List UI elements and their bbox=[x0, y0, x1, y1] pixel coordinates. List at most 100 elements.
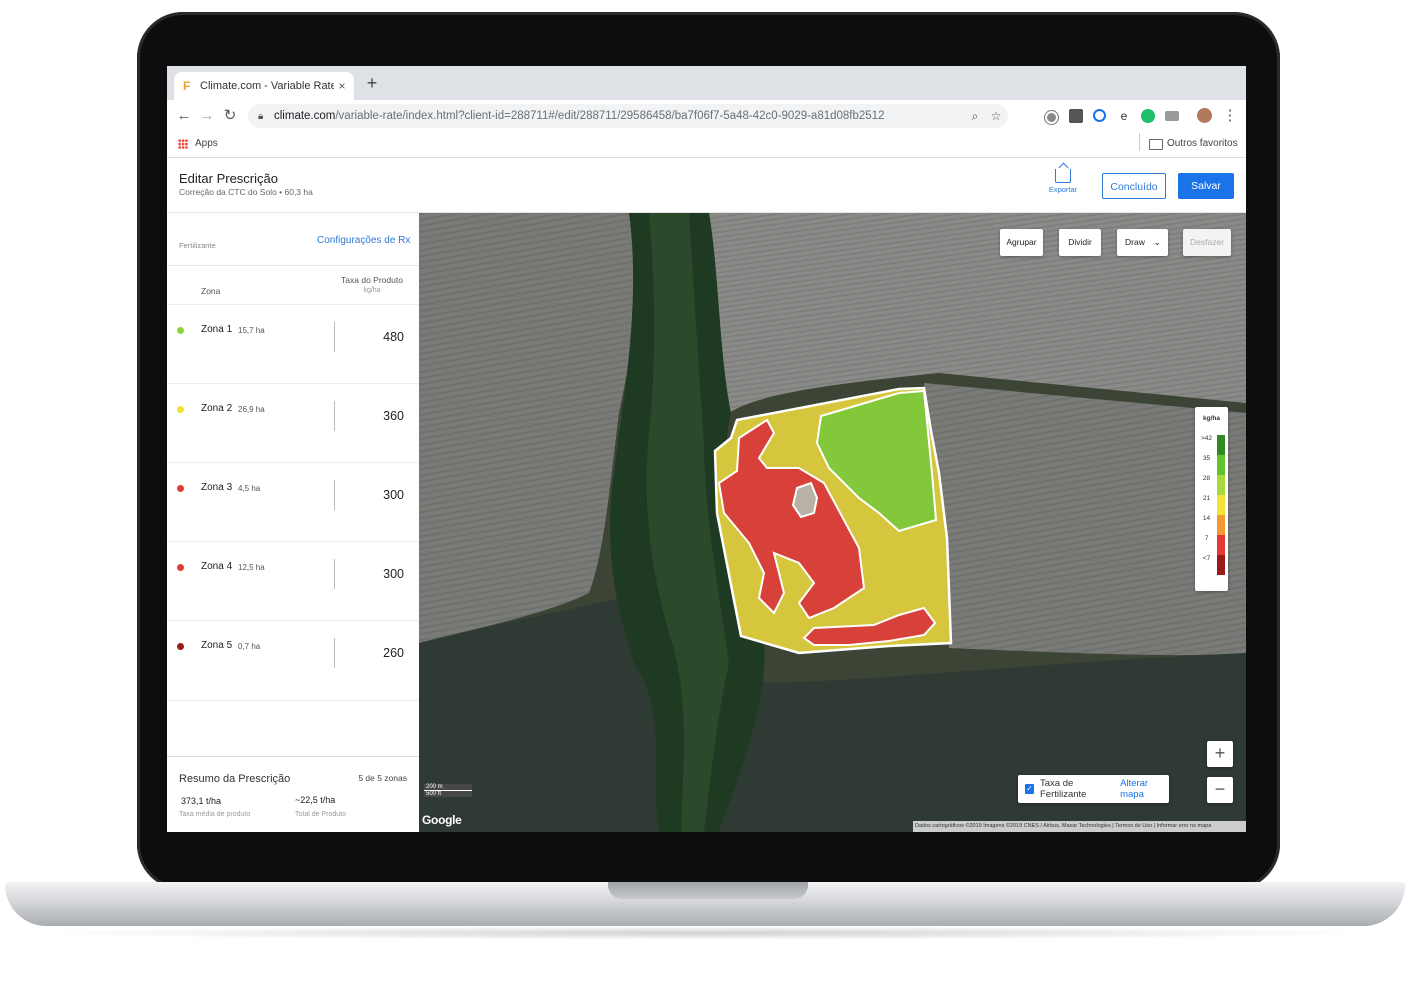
fertilizer-layer-label[interactable]: Taxa de Fertilizante bbox=[1040, 778, 1114, 800]
bookmark-apps[interactable]: Apps bbox=[195, 138, 218, 149]
map-scale: 200 m 500 ft bbox=[424, 784, 472, 804]
zone-color-dot bbox=[177, 485, 184, 492]
zone-area: 15,7 ha bbox=[238, 326, 265, 335]
export-button[interactable]: Exportar bbox=[1039, 169, 1087, 194]
bookmark-divider bbox=[1139, 133, 1140, 151]
rx-settings-link[interactable]: Configurações de Rx bbox=[317, 235, 410, 246]
undo-button[interactable]: Desfazer bbox=[1183, 229, 1231, 256]
zone-area: 12,5 ha bbox=[238, 563, 265, 572]
zone-separator bbox=[334, 480, 335, 510]
close-icon[interactable]: × bbox=[334, 79, 350, 93]
forward-arrow-icon[interactable]: → bbox=[198, 107, 216, 125]
map-attribution[interactable]: Dados cartográficos ©2019 Imagens ©2019 … bbox=[913, 821, 1246, 832]
tab-title: Climate.com - Variable Rate bbox=[200, 80, 334, 92]
zoom-icon[interactable]: ⌕ bbox=[967, 108, 983, 124]
done-button[interactable]: Concluído bbox=[1102, 173, 1166, 199]
zone-separator bbox=[334, 559, 335, 589]
summary-zone-count: 5 de 5 zonas bbox=[358, 773, 407, 783]
zone-color-dot bbox=[177, 406, 184, 413]
scale-imperial: 500 ft bbox=[424, 791, 472, 797]
page-subtitle: Correção da CTC do Solo • 60,3 ha bbox=[179, 187, 313, 197]
zone-name: Zona 3 bbox=[201, 482, 233, 493]
zone-rate[interactable]: 360 bbox=[383, 409, 404, 423]
legend-label: 28 bbox=[1202, 475, 1211, 482]
draw-tool-dropdown[interactable]: Draw ⌄ bbox=[1117, 229, 1168, 256]
zone-separator bbox=[334, 401, 335, 431]
star-icon[interactable]: ☆ bbox=[988, 108, 1004, 124]
extension-icon[interactable] bbox=[1045, 111, 1058, 124]
new-tab-button[interactable]: + bbox=[362, 73, 382, 93]
average-rate-label: Taxa média de produto bbox=[179, 811, 251, 818]
zone-rate[interactable]: 300 bbox=[383, 488, 404, 502]
legend-title: kg/ha bbox=[1203, 415, 1220, 422]
zone-name: Zona 5 bbox=[201, 640, 233, 651]
change-map-link[interactable]: Alterar mapa bbox=[1120, 778, 1169, 800]
address-bar[interactable]: 🔒︎ climate.com/variable-rate/index.html?… bbox=[248, 104, 1008, 128]
more-vert-icon[interactable]: ⋮ bbox=[1221, 107, 1239, 125]
browser-tabstrip: F Climate.com - Variable Rate × + bbox=[167, 66, 1246, 100]
laptop-screen: F Climate.com - Variable Rate × + ← → ↻ … bbox=[167, 66, 1246, 832]
avatar[interactable] bbox=[1197, 108, 1212, 123]
zone-name: Zona 2 bbox=[201, 403, 233, 414]
checkbox-checked-icon[interactable]: ✓ bbox=[1025, 784, 1034, 794]
laptop-notch bbox=[608, 882, 808, 899]
zone-row[interactable]: Zona 3 4,5 ha 300 bbox=[167, 462, 419, 542]
save-button[interactable]: Salvar bbox=[1178, 173, 1234, 199]
zone-color-dot bbox=[177, 327, 184, 334]
average-rate-value: 373,1 t/ha bbox=[181, 796, 222, 806]
zone-color-dot bbox=[177, 564, 184, 571]
total-product-value: ~22,5 t/ha bbox=[295, 795, 336, 805]
product-category: Fertilizante bbox=[179, 241, 216, 250]
browser-tab[interactable]: F Climate.com - Variable Rate × bbox=[174, 72, 354, 100]
zoom-in-button[interactable]: + bbox=[1207, 741, 1233, 767]
legend-label: <7 bbox=[1202, 555, 1211, 562]
laptop-shadow bbox=[30, 926, 1380, 940]
column-header-rate: Taxa do Produto bbox=[341, 275, 403, 285]
zone-area: 4,5 ha bbox=[238, 484, 261, 493]
legend-label: 21 bbox=[1202, 495, 1211, 502]
chevron-down-icon: ⌄ bbox=[1153, 237, 1161, 247]
google-logo: Google bbox=[422, 813, 462, 827]
bookmarks-bar bbox=[167, 132, 1246, 158]
legend-label: >42 bbox=[1200, 435, 1213, 442]
back-arrow-icon[interactable]: ← bbox=[175, 107, 193, 125]
climate-favicon-icon: F bbox=[183, 79, 191, 93]
export-label: Exportar bbox=[1048, 185, 1078, 194]
zone-area: 0,7 ha bbox=[238, 642, 261, 651]
bookmark-other[interactable]: Outros favoritos bbox=[1167, 138, 1238, 149]
zone-name: Zona 4 bbox=[201, 561, 233, 572]
zone-rate[interactable]: 480 bbox=[383, 330, 404, 344]
split-tool-button[interactable]: Dividir bbox=[1059, 229, 1101, 256]
e-extension-icon[interactable]: e bbox=[1117, 109, 1131, 123]
browser-toolbar: ← → ↻ 🔒︎ climate.com/variable-rate/index… bbox=[167, 100, 1246, 132]
zone-row[interactable]: Zona 4 12,5 ha 300 bbox=[167, 541, 419, 621]
satellite-map[interactable]: Agrupar Dividir Draw ⌄ Desfazer kg/ha >4… bbox=[419, 213, 1246, 832]
zone-row[interactable]: Zona 1 15,7 ha 480 bbox=[167, 304, 419, 384]
prescription-zones bbox=[713, 386, 953, 655]
rate-legend: kg/ha >42 35 28 21 14 7 <7 bbox=[1195, 407, 1228, 591]
url-path: /variable-rate/index.html?client-id=2887… bbox=[335, 110, 885, 122]
video-extension-icon[interactable] bbox=[1165, 111, 1179, 121]
legend-color-bar bbox=[1217, 435, 1225, 575]
apps-grid-icon[interactable] bbox=[178, 139, 188, 149]
zoom-out-button[interactable]: − bbox=[1207, 777, 1233, 803]
grammarly-extension-icon[interactable] bbox=[1141, 109, 1155, 123]
scale-metric: 200 m bbox=[424, 784, 472, 791]
zone-row[interactable]: Zona 2 26,9 ha 360 bbox=[167, 383, 419, 463]
zone-separator bbox=[334, 638, 335, 668]
zone-name: Zona 1 bbox=[201, 324, 233, 335]
circle-extension-icon[interactable] bbox=[1093, 109, 1106, 122]
zone-rate[interactable]: 300 bbox=[383, 567, 404, 581]
map-layer-control: ✓ Taxa de Fertilizante Alterar mapa bbox=[1018, 775, 1169, 803]
group-tool-button[interactable]: Agrupar bbox=[1000, 229, 1043, 256]
zone-rate[interactable]: 260 bbox=[383, 646, 404, 660]
export-icon bbox=[1055, 169, 1071, 183]
legend-label: 14 bbox=[1202, 515, 1211, 522]
reload-icon[interactable]: ↻ bbox=[221, 107, 239, 125]
column-header-zone: Zona bbox=[201, 286, 221, 296]
pocket-extension-icon[interactable] bbox=[1069, 109, 1083, 123]
zone-row[interactable]: Zona 5 0,7 ha 260 bbox=[167, 620, 419, 701]
lock-icon: 🔒︎ bbox=[258, 110, 264, 122]
legend-label: 7 bbox=[1204, 535, 1209, 542]
draw-tool-label: Draw bbox=[1125, 237, 1145, 247]
